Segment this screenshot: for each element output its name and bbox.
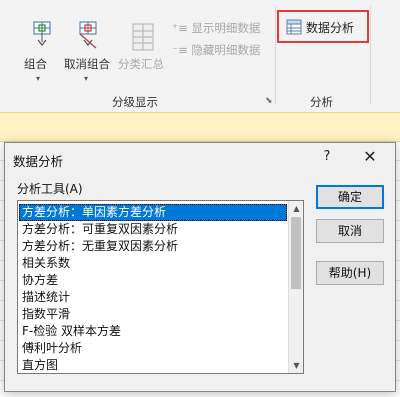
analysis-group-label: 分析 <box>310 95 333 109</box>
ungroup-icon <box>79 21 97 49</box>
scroll-up-icon[interactable]: ▲ <box>289 201 303 216</box>
help-button[interactable]: 帮助(H) <box>316 261 384 285</box>
list-item[interactable]: 傅利叶分析 <box>19 340 287 357</box>
chevron-down-icon: ▾ <box>84 74 89 83</box>
help-icon[interactable]: ? <box>317 147 337 167</box>
subtotal-button[interactable]: 分类汇总 <box>116 14 170 74</box>
dialog-launcher-icon[interactable]: ⬊ <box>265 96 273 106</box>
data-analysis-dialog: 数据分析 ? ✕ 分析工具(A) 方差分析：单因素方差分析 方差分析：可重复双因… <box>4 142 396 392</box>
message-bar <box>0 112 400 142</box>
scroll-down-icon[interactable]: ▼ <box>289 358 303 373</box>
analysis-tools-label: 分析工具(A) <box>17 182 83 196</box>
group-icon <box>33 21 51 46</box>
ok-button[interactable]: 确定 <box>316 185 384 209</box>
list-item[interactable]: 协方差 <box>19 272 287 289</box>
group-label: 组合 <box>24 57 47 71</box>
list-item[interactable]: 描述统计 <box>19 289 287 306</box>
hide-detail-button[interactable]: ⁻≡ 隐藏明细数据 <box>172 42 260 58</box>
subtotal-label: 分类汇总 <box>118 57 164 71</box>
ribbon-separator <box>370 6 371 104</box>
dialog-title: 数据分析 <box>13 154 64 169</box>
close-icon[interactable]: ✕ <box>360 147 380 167</box>
listbox-scrollbar[interactable]: ▲ ▼ <box>288 201 303 373</box>
highlight-box <box>277 10 369 43</box>
list-item[interactable]: 方差分析：单因素方差分析 <box>19 204 287 221</box>
minus-icon: ⁻≡ <box>172 43 188 57</box>
subtotal-icon <box>132 23 154 51</box>
ribbon-separator <box>275 6 276 104</box>
group-button[interactable]: 组合 ▾ <box>22 14 62 83</box>
list-item[interactable]: F-检验 双样本方差 <box>19 323 287 340</box>
ungroup-label: 取消组合 <box>64 57 110 71</box>
analysis-tools-listbox[interactable]: 方差分析：单因素方差分析 方差分析：可重复双因素分析 方差分析：无重复双因素分析… <box>17 200 304 374</box>
listbox-items: 方差分析：单因素方差分析 方差分析：可重复双因素分析 方差分析：无重复双因素分析… <box>19 204 287 373</box>
chevron-down-icon: ▾ <box>36 74 41 83</box>
hide-detail-label: 隐藏明细数据 <box>191 43 261 57</box>
outline-group-label: 分级显示 <box>112 95 158 109</box>
ungroup-button[interactable]: 取消组合 ▾ <box>60 14 116 83</box>
ribbon: 组合 ▾ 取消组合 ▾ 分类汇总 ⁺≡ 显示明细数据 ⁻≡ 隐藏明细数据 分级显… <box>0 0 400 112</box>
show-detail-label: 显示明细数据 <box>191 21 261 35</box>
list-item[interactable]: 方差分析：无重复双因素分析 <box>19 238 287 255</box>
list-item[interactable]: 指数平滑 <box>19 306 287 323</box>
plus-icon: ⁺≡ <box>172 21 188 35</box>
list-item[interactable]: 相关系数 <box>19 255 287 272</box>
scrollbar-thumb[interactable] <box>291 217 301 289</box>
show-detail-button[interactable]: ⁺≡ 显示明细数据 <box>172 20 260 36</box>
cancel-button[interactable]: 取消 <box>316 219 384 243</box>
list-item[interactable]: 直方图 <box>19 357 287 373</box>
list-item[interactable]: 方差分析：可重复双因素分析 <box>19 221 287 238</box>
